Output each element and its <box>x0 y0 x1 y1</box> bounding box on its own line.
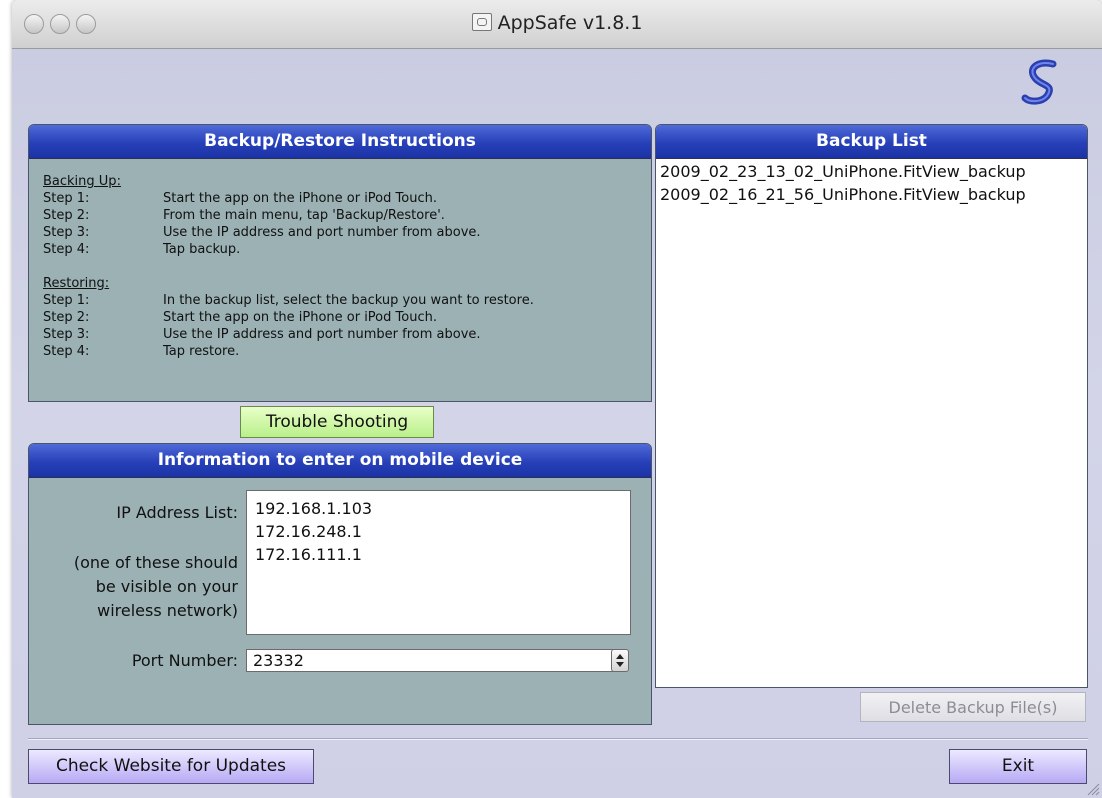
backup-list-item[interactable]: 2009_02_23_13_02_UniPhone.FitView_backup <box>660 162 1026 181</box>
step-text: Use the IP address and port number from … <box>163 327 481 342</box>
port-number-value[interactable]: 23332 <box>253 651 304 670</box>
step-label: Step 2: <box>43 208 90 223</box>
stepper-arrows-icon[interactable] <box>611 649 629 672</box>
restoring-step-row: Step 2: Start the app on the iPhone or iP… <box>29 309 651 326</box>
instructions-header: Backup/Restore Instructions <box>29 125 651 159</box>
backup-list-panel: Backup List 2009_02_23_13_02_UniPhone.Fi… <box>655 124 1088 688</box>
app-document-icon <box>471 13 492 31</box>
backing-up-heading: Backing Up: <box>43 174 121 189</box>
backing-step-row: Step 3: Use the IP address and port numbe… <box>29 224 651 241</box>
ip-address-list[interactable]: 192.168.1.103 172.16.248.1 172.16.111.1 <box>246 490 631 635</box>
backing-step-row: Step 1: Start the app on the iPhone or iP… <box>29 190 651 207</box>
step-label: Step 4: <box>43 344 90 359</box>
step-text: Tap backup. <box>163 242 241 257</box>
restoring-step-row: Step 1: In the backup list, select the ba… <box>29 292 651 309</box>
ip-list-item[interactable]: 192.168.1.103 <box>255 499 372 518</box>
title-bar: AppSafe v1.8.1 <box>12 0 1102 49</box>
backing-step-row: Step 4: Tap backup. <box>29 241 651 258</box>
backing-step-row: Step 2: From the main menu, tap 'Backup/R… <box>29 207 651 224</box>
step-label: Step 1: <box>43 191 90 206</box>
instructions-panel: Backup/Restore Instructions Backing Up: … <box>28 124 652 402</box>
check-updates-button[interactable]: Check Website for Updates <box>28 749 314 784</box>
instructions-body: Backing Up: Step 1: Start the app on the … <box>29 173 651 360</box>
port-number-field[interactable]: 23332 <box>246 649 614 672</box>
ip-note-line: (one of these should <box>73 553 238 572</box>
step-text: Tap restore. <box>163 344 240 359</box>
step-label: Step 3: <box>43 327 90 342</box>
info-header: Information to enter on mobile device <box>29 444 651 478</box>
step-label: Step 3: <box>43 225 90 240</box>
restoring-step-row: Step 4: Tap restore. <box>29 343 651 360</box>
window-title-text: AppSafe v1.8.1 <box>497 12 643 34</box>
step-text: Start the app on the iPhone or iPod Touc… <box>163 191 437 206</box>
step-text: Start the app on the iPhone or iPod Touc… <box>163 310 437 325</box>
step-text: Use the IP address and port number from … <box>163 225 481 240</box>
step-label: Step 4: <box>43 242 90 257</box>
backup-list-header: Backup List <box>656 125 1087 159</box>
exit-button[interactable]: Exit <box>949 749 1087 784</box>
ip-note-line: be visible on your <box>95 577 238 596</box>
resize-grip-icon[interactable] <box>1086 782 1100 796</box>
restoring-step-row: Step 3: Use the IP address and port numbe… <box>29 326 651 343</box>
app-window: AppSafe v1.8.1 Backup/Restore Instructio… <box>12 0 1102 798</box>
port-number-label: Port Number: <box>131 651 238 670</box>
footer-divider <box>28 738 1088 740</box>
restoring-heading: Restoring: <box>43 276 110 291</box>
trouble-shooting-button[interactable]: Trouble Shooting <box>240 406 434 438</box>
backup-list-box[interactable]: 2009_02_23_13_02_UniPhone.FitView_backup… <box>656 159 1087 679</box>
step-text: In the backup list, select the backup yo… <box>163 293 534 308</box>
ip-note-line: wireless network) <box>97 601 238 620</box>
ip-list-item[interactable]: 172.16.111.1 <box>255 545 362 564</box>
ip-address-label: IP Address List: <box>116 503 238 522</box>
step-label: Step 1: <box>43 293 90 308</box>
backup-list-item[interactable]: 2009_02_16_21_56_UniPhone.FitView_backup <box>660 185 1026 204</box>
ip-list-item[interactable]: 172.16.248.1 <box>255 522 362 541</box>
step-text: From the main menu, tap 'Backup/Restore'… <box>163 208 445 223</box>
step-label: Step 2: <box>43 310 90 325</box>
appsafe-logo-icon <box>1021 59 1057 105</box>
window-title: AppSafe v1.8.1 <box>12 12 1102 34</box>
delete-backup-button[interactable]: Delete Backup File(s) <box>860 692 1086 722</box>
